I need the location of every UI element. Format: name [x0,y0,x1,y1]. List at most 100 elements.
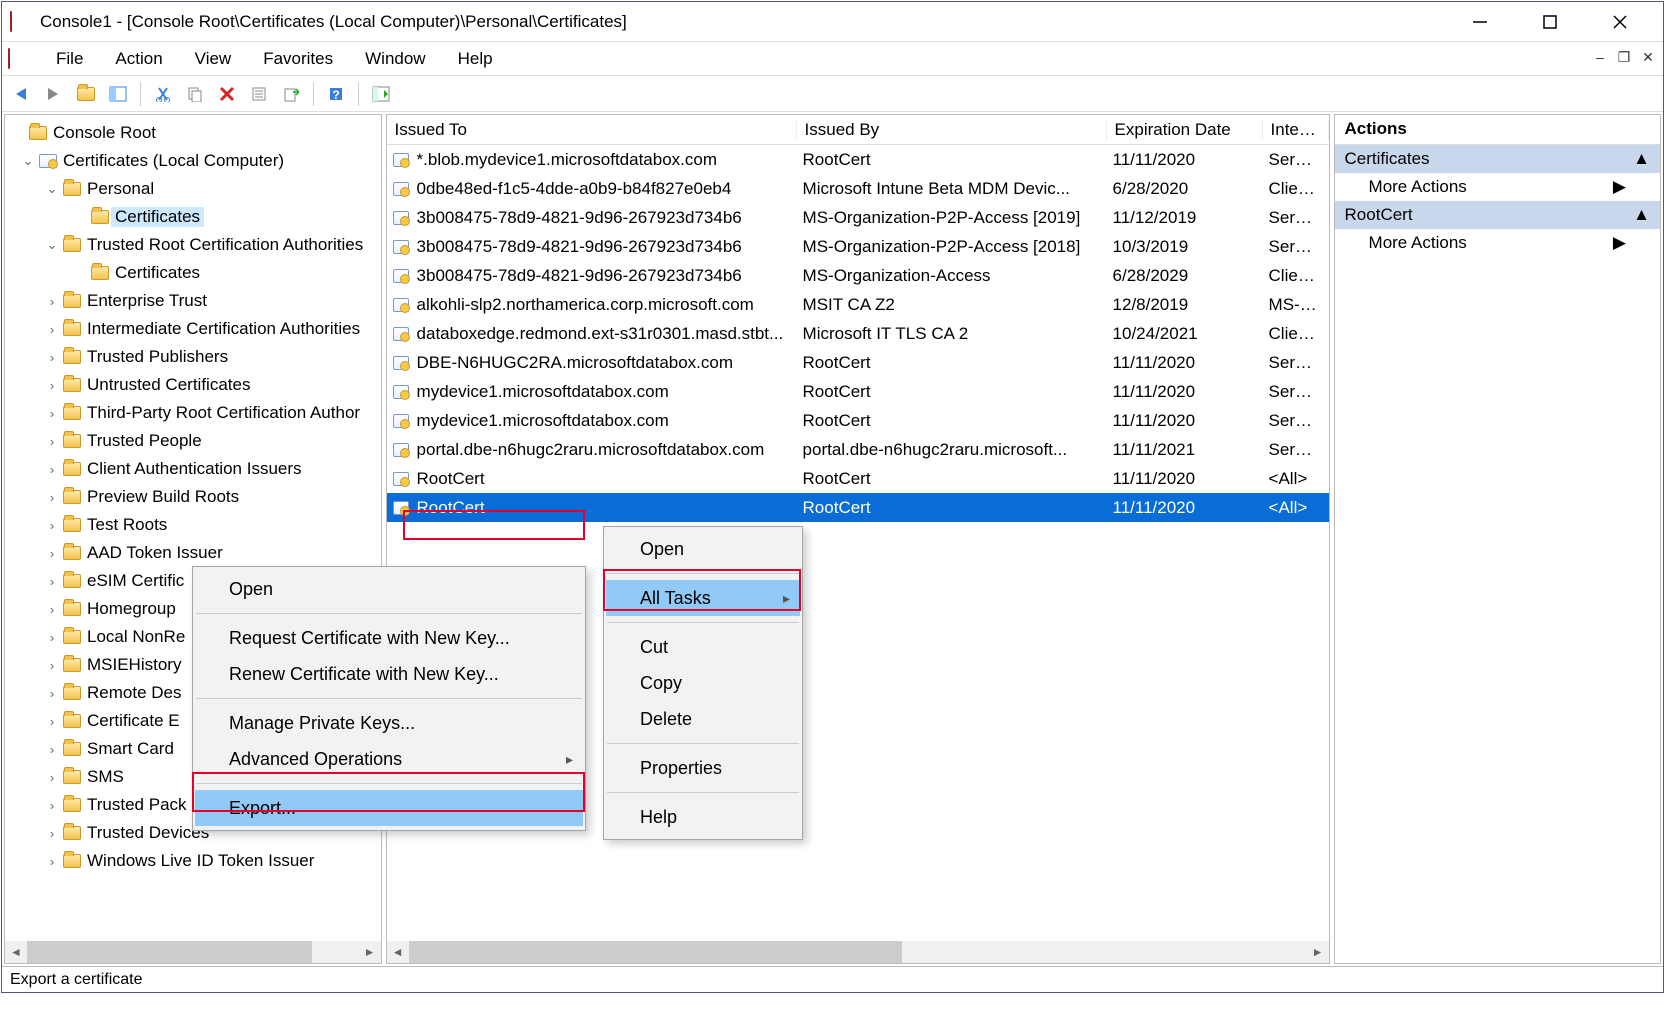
cell-intended: Server A [1261,353,1327,373]
tree-personal-certificates[interactable]: Certificates [5,203,381,231]
tree-item[interactable]: ›Trusted Publishers [5,343,381,371]
delete-button[interactable] [213,80,241,108]
tree-personal[interactable]: ⌄Personal [5,175,381,203]
cell-expiration: 10/3/2019 [1105,237,1261,257]
actions-more-1[interactable]: More Actions▶ [1335,173,1660,201]
cut-button[interactable] [149,80,177,108]
col-expiration[interactable]: Expiration Date [1107,120,1263,140]
maximize-button[interactable] [1525,6,1575,38]
cell-issued-to: mydevice1.microsoftdatabox.com [409,382,795,402]
col-intended[interactable]: Intende [1263,120,1329,140]
actions-group-rootcert[interactable]: RootCert▲ [1335,201,1660,229]
tree-item[interactable]: ›Test Roots [5,511,381,539]
cert-row[interactable]: portal.dbe-n6hugc2raru.microsoftdatabox.… [387,435,1329,464]
cert-row[interactable]: mydevice1.microsoftdatabox.comRootCert11… [387,406,1329,435]
forward-button[interactable] [40,80,68,108]
context-menu-main: Open All Tasks Cut Copy Delete Propertie… [603,526,803,840]
show-hide-tree-button[interactable] [104,80,132,108]
cert-row[interactable]: databoxedge.redmond.ext-s31r0301.masd.st… [387,319,1329,348]
ctx-all-tasks[interactable]: All Tasks [606,580,800,616]
menu-file[interactable]: File [42,45,97,73]
tree-trca[interactable]: ⌄Trusted Root Certification Authorities [5,231,381,259]
cell-issued-to: *.blob.mydevice1.microsoftdatabox.com [409,150,795,170]
mdi-minimize-button[interactable]: – [1589,46,1611,68]
tree-item[interactable]: ›Trusted People [5,427,381,455]
tree-item[interactable]: ›Windows Live ID Token Issuer [5,847,381,875]
ctx-help[interactable]: Help [606,799,800,835]
cell-intended: MS-WiF [1261,295,1327,315]
cell-issued-by: portal.dbe-n6hugc2raru.microsoft... [795,440,1105,460]
separator [196,783,582,784]
ctx-sub-advanced[interactable]: Advanced Operations [195,741,583,777]
back-button[interactable] [8,80,36,108]
cert-row[interactable]: DBE-N6HUGC2RA.microsoftdatabox.comRootCe… [387,348,1329,377]
ctx-sub-manage-keys[interactable]: Manage Private Keys... [195,705,583,741]
tree-hscrollbar[interactable]: ◄► [5,941,381,963]
menu-action[interactable]: Action [101,45,176,73]
tree-item[interactable]: ›Client Authentication Issuers [5,455,381,483]
export-button[interactable] [277,80,305,108]
tree-item[interactable]: ›Enterprise Trust [5,287,381,315]
ctx-open[interactable]: Open [606,531,800,567]
cert-row[interactable]: 3b008475-78d9-4821-9d96-267923d734b6MS-O… [387,203,1329,232]
actions-more-2[interactable]: More Actions▶ [1335,229,1660,257]
mmc-icon [10,12,30,32]
cell-issued-by: Microsoft Intune Beta MDM Devic... [795,179,1105,199]
separator [358,82,359,106]
refresh-button[interactable] [367,80,395,108]
actions-group-certificates[interactable]: Certificates▲ [1335,145,1660,173]
ctx-sub-renew-newkey[interactable]: Renew Certificate with New Key... [195,656,583,692]
ctx-sub-request-newkey[interactable]: Request Certificate with New Key... [195,620,583,656]
cert-icon [387,443,409,457]
col-issued-to[interactable]: Issued To [387,120,797,140]
cert-row[interactable]: 0dbe48ed-f1c5-4dde-a0b9-b84f827e0eb4Micr… [387,174,1329,203]
tree-root[interactable]: Console Root [5,119,381,147]
tree-item[interactable]: ›AAD Token Issuer [5,539,381,567]
cert-row[interactable]: 3b008475-78d9-4821-9d96-267923d734b6MS-O… [387,261,1329,290]
collapse-icon: ▲ [1633,149,1650,169]
cert-row[interactable]: RootCertRootCert11/11/2020<All> [387,493,1329,522]
ctx-delete[interactable]: Delete [606,701,800,737]
tree-item[interactable]: ›Third-Party Root Certification Author [5,399,381,427]
status-text: Export a certificate [10,971,143,989]
mdi-restore-button[interactable]: ❐ [1613,46,1635,68]
list-hscrollbar[interactable]: ◄► [387,941,1329,963]
tree-trca-certificates[interactable]: Certificates [5,259,381,287]
properties-button[interactable] [245,80,273,108]
tree-item[interactable]: ›Untrusted Certificates [5,371,381,399]
mdi-controls: – ❐ ✕ [1589,46,1659,68]
cell-expiration: 6/28/2029 [1105,266,1261,286]
ctx-cut[interactable]: Cut [606,629,800,665]
tree-item[interactable]: ›Preview Build Roots [5,483,381,511]
tree-snapin[interactable]: ⌄Certificates (Local Computer) [5,147,381,175]
cert-icon [387,501,409,515]
cert-row[interactable]: 3b008475-78d9-4821-9d96-267923d734b6MS-O… [387,232,1329,261]
cert-row[interactable]: *.blob.mydevice1.microsoftdatabox.comRoo… [387,145,1329,174]
close-button[interactable] [1595,6,1645,38]
minimize-button[interactable] [1455,6,1505,38]
menu-help[interactable]: Help [444,45,507,73]
cert-icon [387,240,409,254]
cell-intended: Server A [1261,382,1327,402]
ctx-sub-export[interactable]: Export... [195,790,583,826]
up-button[interactable] [72,80,100,108]
ctx-copy[interactable]: Copy [606,665,800,701]
cert-row[interactable]: RootCertRootCert11/11/2020<All> [387,464,1329,493]
cert-icon [387,327,409,341]
mdi-close-button[interactable]: ✕ [1637,46,1659,68]
menu-window[interactable]: Window [351,45,439,73]
window-title: Console1 - [Console Root\Certificates (L… [40,12,1455,32]
cert-icon [387,182,409,196]
cert-row[interactable]: mydevice1.microsoftdatabox.comRootCert11… [387,377,1329,406]
help-button[interactable]: ? [322,80,350,108]
copy-button[interactable] [181,80,209,108]
cell-issued-by: RootCert [795,382,1105,402]
menu-view[interactable]: View [181,45,246,73]
ctx-sub-open[interactable]: Open [195,571,583,607]
cert-row[interactable]: alkohli-slp2.northamerica.corp.microsoft… [387,290,1329,319]
separator [196,698,582,699]
ctx-properties[interactable]: Properties [606,750,800,786]
menu-favorites[interactable]: Favorites [249,45,347,73]
col-issued-by[interactable]: Issued By [797,120,1107,140]
tree-item[interactable]: ›Intermediate Certification Authorities [5,315,381,343]
